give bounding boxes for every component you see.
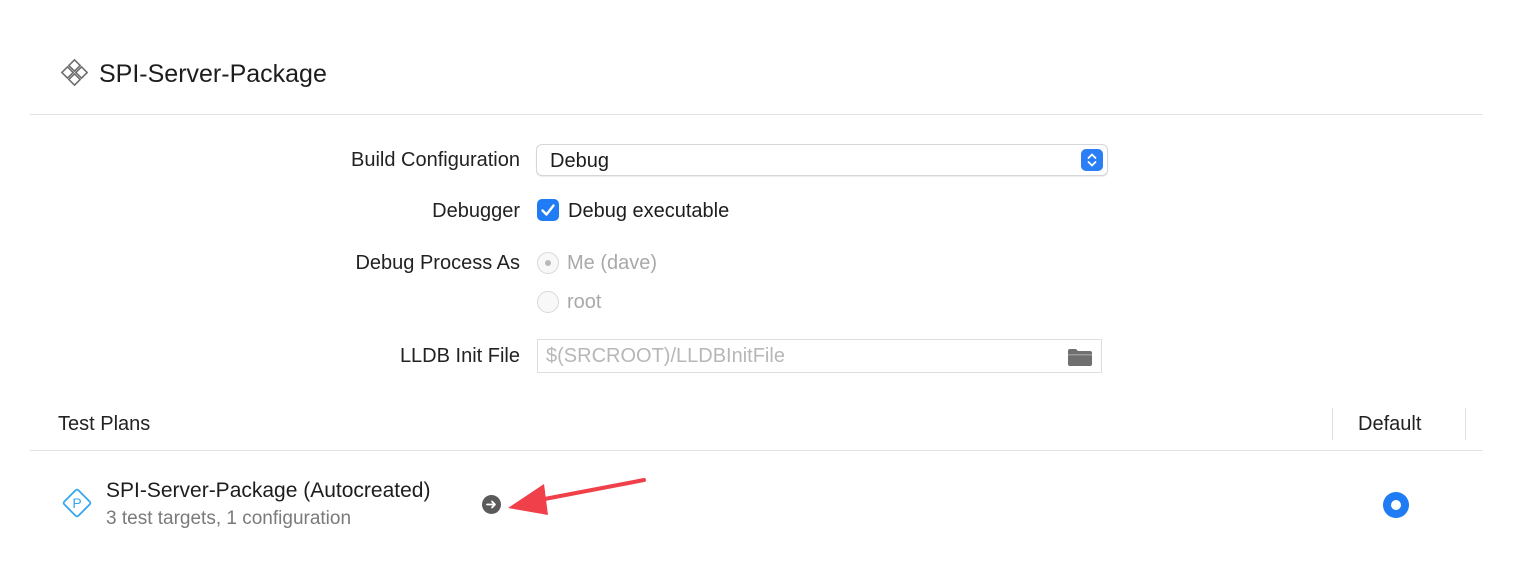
- column-separator: [1465, 408, 1466, 440]
- radio-me-dave-label: Me (dave): [567, 252, 658, 274]
- test-plan-subtitle: 3 test targets, 1 configuration: [106, 508, 352, 529]
- radio-me-dave[interactable]: [537, 252, 559, 274]
- page-title: SPI-Server-Package: [99, 60, 327, 88]
- build-configuration-label: Build Configuration: [351, 149, 520, 171]
- svg-text:P: P: [72, 495, 81, 511]
- go-to-test-plan-icon[interactable]: [482, 495, 501, 514]
- lldb-init-file-field: [537, 339, 1102, 373]
- build-configuration-value: Debug: [550, 150, 609, 172]
- lldb-init-file-label: LLDB Init File: [399, 345, 520, 367]
- column-header-default[interactable]: Default: [1358, 410, 1421, 438]
- build-configuration-popup[interactable]: Debug: [536, 144, 1108, 176]
- annotation-arrow-icon: [508, 478, 646, 515]
- debug-process-as-label: Debug Process As: [355, 252, 520, 274]
- popup-stepper-icon: [1081, 149, 1103, 171]
- debugger-label: Debugger: [432, 200, 520, 222]
- checkmark-icon: [541, 204, 555, 216]
- column-separator: [1332, 408, 1333, 440]
- radio-selected-dot: [1391, 500, 1401, 510]
- radio-root-label: root: [567, 291, 602, 313]
- test-plan-icon: P: [62, 488, 92, 518]
- table-header-divider: [30, 450, 1483, 451]
- package-icon: [60, 59, 89, 87]
- default-test-plan-radio[interactable]: [1383, 492, 1409, 518]
- lldb-init-file-input[interactable]: [546, 343, 1046, 369]
- folder-icon[interactable]: [1067, 347, 1093, 367]
- debug-executable-checkbox[interactable]: [537, 199, 559, 221]
- radio-selected-dot: [545, 260, 551, 266]
- column-header-test-plans[interactable]: Test Plans: [58, 410, 150, 438]
- test-plan-title: SPI-Server-Package (Autocreated): [106, 479, 431, 502]
- radio-root[interactable]: [537, 291, 559, 313]
- debug-executable-label[interactable]: Debug executable: [568, 197, 729, 225]
- header-divider: [30, 114, 1483, 115]
